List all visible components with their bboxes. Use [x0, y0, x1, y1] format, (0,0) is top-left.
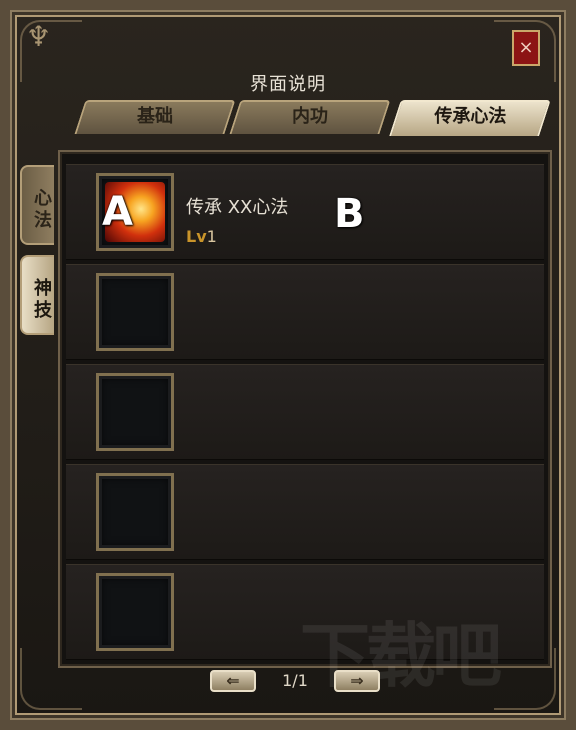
- prev-page-button[interactable]: ⇐: [210, 670, 256, 692]
- tab-inner-power[interactable]: 内功: [229, 100, 391, 134]
- skill-row[interactable]: A 传承 XX心法 B Lv1: [66, 164, 544, 260]
- tab-label: 传承心法: [434, 106, 507, 127]
- skill-row[interactable]: [66, 264, 544, 360]
- skill-row[interactable]: [66, 464, 544, 560]
- skill-name: 传承 XX心法: [186, 197, 289, 218]
- level-prefix: Lv: [186, 227, 207, 246]
- close-button[interactable]: ×: [512, 30, 540, 66]
- skill-level: Lv1: [186, 227, 217, 246]
- page-indicator: 1/1: [282, 671, 308, 690]
- next-page-button[interactable]: ⇒: [334, 670, 380, 692]
- level-value: 1: [206, 227, 217, 246]
- tab-label: 内功: [292, 106, 328, 127]
- empty-slot[interactable]: [96, 373, 174, 451]
- annotation-a: A: [102, 189, 133, 235]
- empty-slot[interactable]: [96, 573, 174, 651]
- tab-label: 基础: [137, 106, 173, 127]
- empty-slot[interactable]: [96, 473, 174, 551]
- pager: ⇐ 1/1 ⇒: [210, 668, 380, 694]
- empty-slot[interactable]: [96, 273, 174, 351]
- tab-inherit-method[interactable]: 传承心法: [389, 100, 551, 136]
- ornament-icon: ♆: [26, 20, 52, 53]
- window-title: 界面说明: [250, 74, 326, 95]
- skill-list: A 传承 XX心法 B Lv1: [58, 150, 552, 668]
- annotation-b: B: [334, 191, 365, 237]
- side-tab-heart-method[interactable]: 心法: [20, 165, 54, 245]
- top-tabs: 基础 内功 传承心法: [70, 100, 551, 136]
- tab-basic[interactable]: 基础: [74, 100, 236, 134]
- skill-row[interactable]: [66, 364, 544, 460]
- side-tab-divine-skill[interactable]: 神技: [20, 255, 54, 335]
